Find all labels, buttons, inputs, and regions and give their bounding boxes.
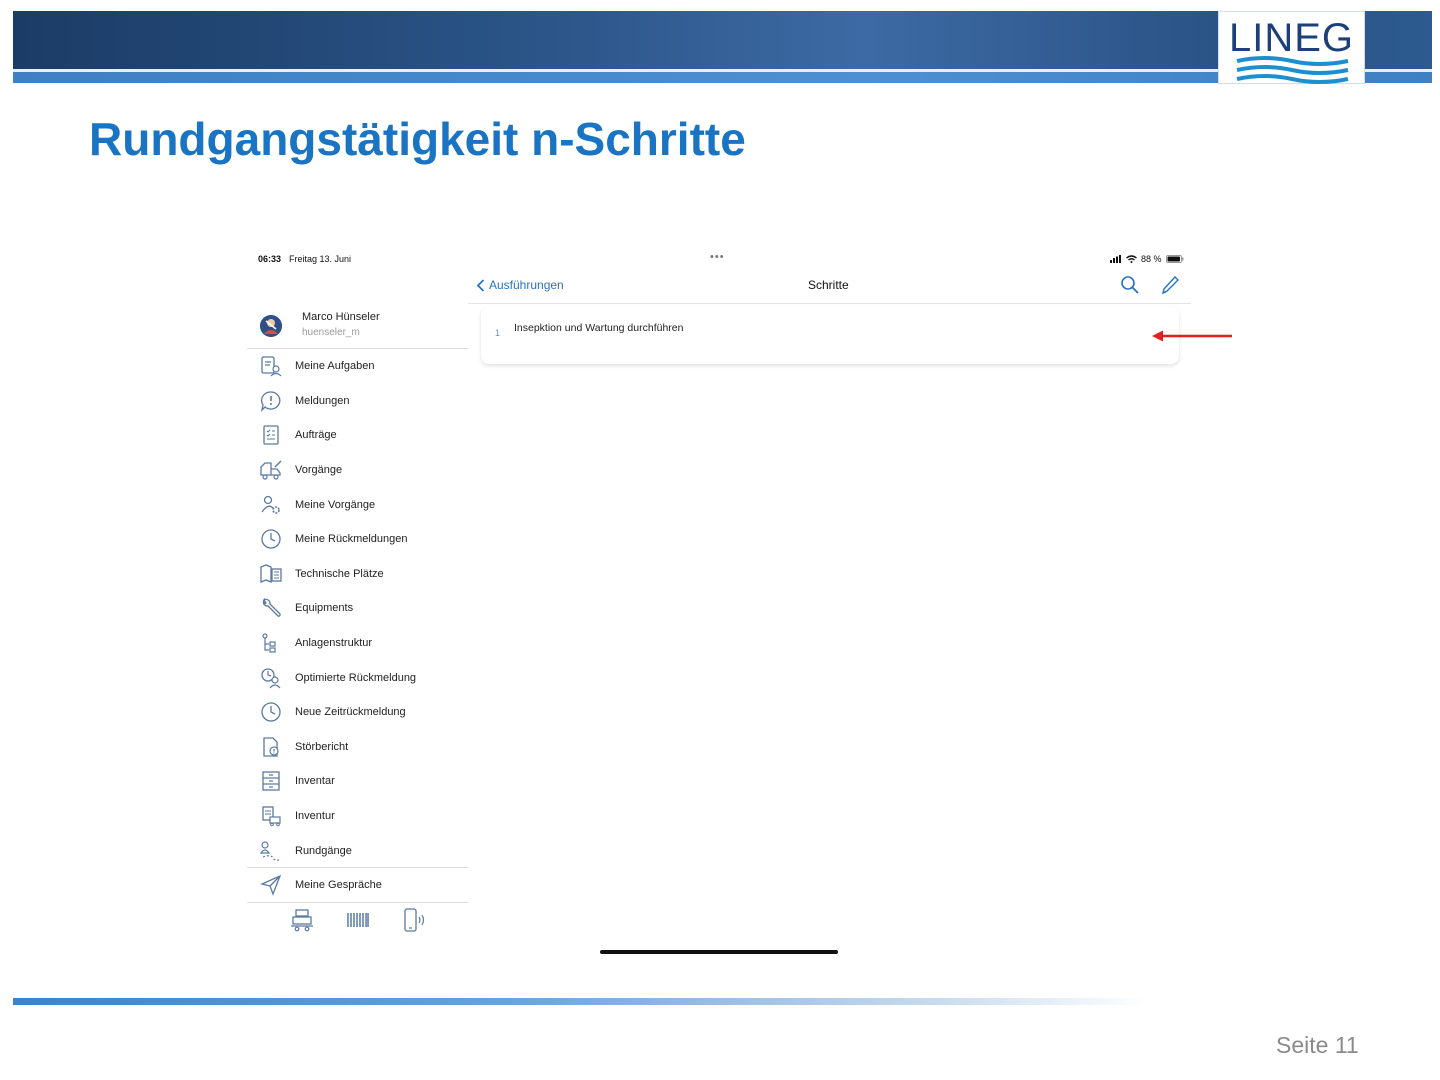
sidebar-item-label: Meine Vorgänge	[295, 498, 376, 511]
sidebar-item-technische-plaetze[interactable]: Technische Plätze	[247, 557, 468, 592]
sidebar-item-meine-aufgaben[interactable]: Meine Aufgaben	[247, 349, 468, 384]
sidebar-item-label: Rundgänge	[295, 844, 352, 857]
sidebar-item-label: Neue Zeitrückmeldung	[295, 706, 406, 719]
sidebar-item-meine-gespraeche[interactable]: Meine Gespräche	[247, 868, 468, 902]
wifi-icon	[1126, 255, 1137, 263]
lineg-logo: LINEG	[1218, 11, 1365, 84]
route-person-icon	[259, 841, 282, 861]
logo-waves-icon	[1236, 56, 1349, 84]
home-indicator[interactable]	[600, 950, 838, 954]
sidebar-item-label: Meldungen	[295, 394, 350, 407]
profile-name: Marco Hünseler	[302, 311, 380, 323]
cabinet-icon	[262, 771, 280, 792]
sidebar-item-inventur[interactable]: Inventur	[247, 799, 468, 834]
battery-icon	[1165, 255, 1184, 263]
sidebar-item-rundgaenge[interactable]: Rundgänge	[247, 833, 468, 868]
clock-icon	[261, 529, 281, 549]
sidebar-item-label: Störbericht	[295, 740, 349, 753]
sidebar-item-label: Vorgänge	[295, 464, 343, 477]
status-time: 06:33	[258, 254, 282, 264]
barcode-icon[interactable]	[345, 907, 371, 933]
avatar	[260, 315, 282, 337]
sidebar-item-label: Anlagenstruktur	[295, 637, 373, 650]
sidebar-item-label: Optimierte Rückmeldung	[295, 671, 417, 684]
user-profile[interactable]: Marco Hünseler huenseler_m	[247, 305, 468, 348]
multitasking-dots-icon[interactable]: •••	[710, 251, 725, 263]
logo-text: LINEG	[1228, 16, 1355, 60]
sidebar-item-neue-zeitrueckmeldung[interactable]: Neue Zeitrückmeldung	[247, 695, 468, 730]
wrench-icon	[262, 598, 281, 618]
sidebar-item-anlagenstruktur[interactable]: Anlagenstruktur	[247, 626, 468, 661]
clock-icon	[261, 702, 281, 722]
step-card[interactable]: 1 Insepktion und Wartung durchführen	[481, 307, 1179, 364]
sidebar-menu: Meine Aufgaben Meldungen Aufträge Vorgän…	[247, 349, 468, 868]
nav-title: Schritte	[808, 278, 849, 292]
status-indicators: 88 %	[1110, 254, 1184, 264]
sidebar-item-label: Meine Rückmeldungen	[295, 533, 408, 546]
sidebar-item-inventar[interactable]: Inventar	[247, 764, 468, 799]
sidebar-item-meine-rueckmeldungen[interactable]: Meine Rückmeldungen	[247, 522, 468, 557]
inventory-truck-icon	[262, 806, 281, 827]
hierarchy-icon	[262, 633, 276, 653]
slide-title: Rundgangstätigkeit n-Schritte	[89, 113, 746, 165]
truck-edit-icon	[260, 460, 282, 480]
edit-pen-icon[interactable]	[1160, 275, 1180, 295]
document-alert-icon	[263, 737, 279, 757]
footer-line	[13, 998, 1432, 1005]
sidebar-item-meine-vorgaenge[interactable]: Meine Vorgänge	[247, 487, 468, 522]
sidebar-item-label: Meine Gespräche	[295, 879, 382, 891]
chevron-left-icon	[476, 278, 485, 292]
sidebar-item-equipments[interactable]: Equipments	[247, 591, 468, 626]
step-label: Insepktion und Wartung durchführen	[514, 322, 684, 334]
nav-divider	[468, 303, 1191, 304]
step-number: 1	[495, 328, 501, 338]
battery-percent: 88 %	[1141, 254, 1162, 264]
alert-bubble-icon	[260, 391, 281, 412]
sidebar-item-label: Inventar	[295, 775, 335, 788]
sidebar-divider	[247, 902, 468, 903]
bottom-toolbar	[247, 907, 468, 937]
status-date: Freitag 13. Juni	[289, 254, 352, 264]
annotation-arrow-icon	[1152, 330, 1232, 342]
checklist-icon	[263, 425, 279, 446]
send-icon	[260, 874, 282, 896]
back-button[interactable]: Ausführungen	[476, 278, 564, 292]
sidebar-item-stoerbericht[interactable]: Störbericht	[247, 730, 468, 765]
sidebar-item-meldungen[interactable]: Meldungen	[247, 384, 468, 419]
sidebar-item-vorgaenge[interactable]: Vorgänge	[247, 453, 468, 488]
map-building-icon	[260, 564, 282, 583]
person-gear-icon	[261, 495, 280, 514]
sidebar-item-auftraege[interactable]: Aufträge	[247, 418, 468, 453]
cart-icon[interactable]	[289, 907, 315, 933]
search-icon[interactable]	[1120, 275, 1140, 295]
profile-username: huenseler_m	[302, 327, 360, 338]
sidebar-item-label: Equipments	[295, 602, 354, 615]
sidebar-item-optimierte-rueckmeldung[interactable]: Optimierte Rückmeldung	[247, 660, 468, 695]
tasks-icon	[261, 356, 282, 377]
sidebar-item-label: Meine Aufgaben	[295, 360, 375, 373]
sidebar-item-label: Technische Plätze	[295, 567, 384, 580]
signal-icon	[1110, 255, 1121, 263]
nfc-phone-icon[interactable]	[401, 907, 427, 933]
sidebar-item-label: Aufträge	[295, 429, 337, 442]
sidebar-item-label: Inventur	[295, 810, 335, 823]
nav-actions	[1120, 275, 1180, 295]
page-number: Seite 11	[1276, 1032, 1359, 1058]
back-label: Ausführungen	[489, 278, 564, 292]
clock-person-icon	[261, 667, 281, 689]
